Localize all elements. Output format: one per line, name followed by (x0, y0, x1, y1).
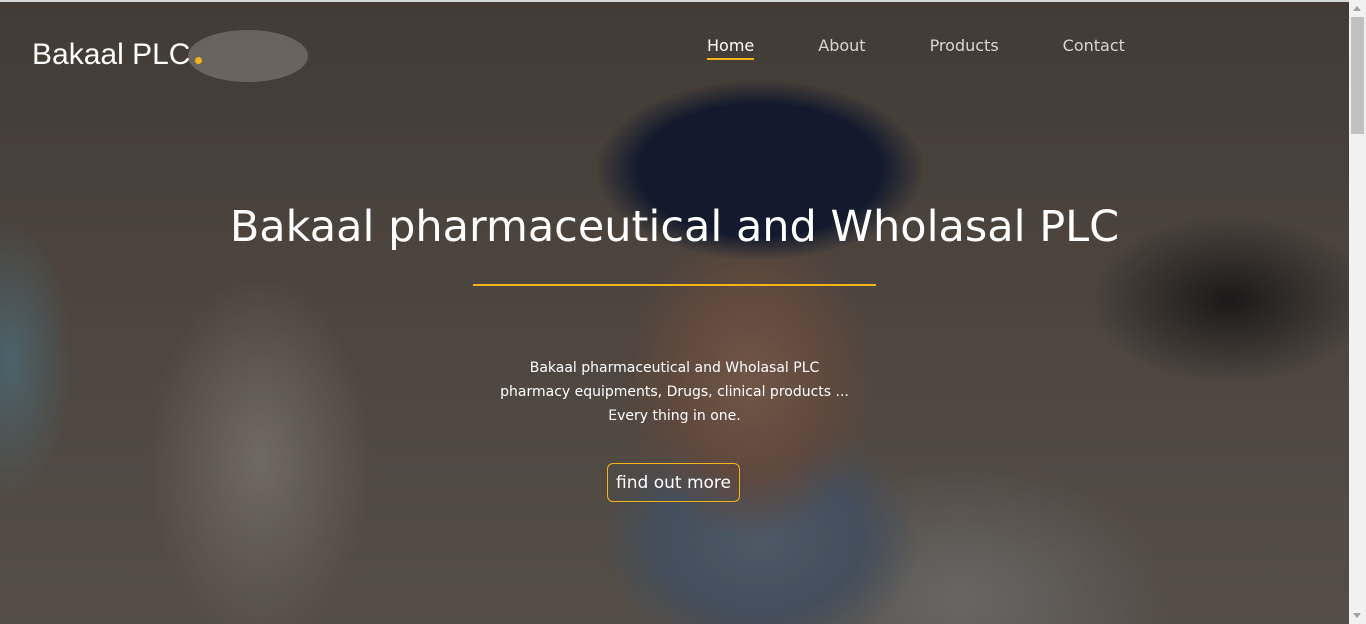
find-out-more-button[interactable]: find out more (607, 463, 740, 502)
nav-item-label: About (818, 36, 866, 55)
nav-item-label: Contact (1062, 36, 1125, 55)
nav-item-contact[interactable]: Contact (1063, 36, 1125, 55)
hero-description-line: Every thing in one. (608, 408, 741, 424)
nav-item-label: Products (929, 36, 999, 55)
brand-logo[interactable]: Bakaal PLC (32, 38, 203, 72)
brand-name: Bakaal PLC (32, 38, 191, 71)
scroll-down-arrow-icon[interactable] (1353, 613, 1361, 618)
scrollbar-thumb[interactable] (1351, 17, 1364, 134)
nav-item-label: Home (707, 36, 755, 55)
hero-description-line: Bakaal pharmaceutical and Wholasal PLC (529, 360, 820, 376)
nav-item-products[interactable]: Products (930, 36, 999, 55)
vertical-scrollbar[interactable] (1349, 0, 1366, 624)
top-border (0, 0, 1349, 2)
hero-description: Bakaal pharmaceutical and Wholasal PLC p… (0, 356, 1349, 428)
hero-overlay (0, 0, 1349, 624)
active-nav-indicator (707, 58, 755, 60)
brand-dot-icon (195, 57, 203, 64)
page: Bakaal PLC Home About Products Contact B… (0, 0, 1366, 624)
hero-divider (473, 284, 876, 286)
nav-item-home[interactable]: Home (707, 36, 755, 60)
hero-title: Bakaal pharmaceutical and Wholasal PLC (229, 202, 1120, 252)
hero-description-line: pharmacy equipments, Drugs, clinical pro… (500, 384, 849, 400)
nav-item-about[interactable]: About (818, 36, 865, 55)
scroll-up-arrow-icon[interactable] (1353, 6, 1361, 11)
main-nav: Home About Products Contact (707, 36, 1125, 60)
brand-highlight-shape (188, 30, 308, 82)
